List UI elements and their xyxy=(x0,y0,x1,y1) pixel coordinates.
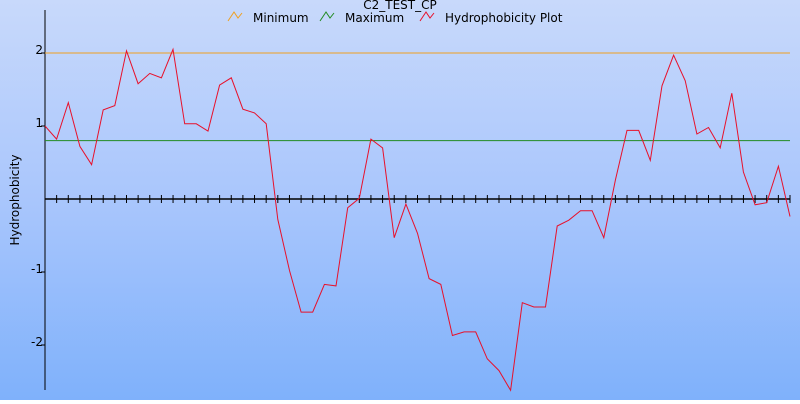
legend-label-1: Maximum xyxy=(345,11,404,25)
legend-swatch-0 xyxy=(228,12,242,21)
hydrophobicity-chart: C2_TEST_CP Hydrophobicity MinimumMaximum… xyxy=(0,0,800,400)
y-axis-label: Hydrophobicity xyxy=(8,154,22,245)
legend-item-2: Hydrophobicity Plot xyxy=(420,11,563,25)
y-tick-label-1: 1 xyxy=(35,116,43,130)
series-line-hydrophobicity-plot xyxy=(45,49,790,390)
y-tick-label-0: 2 xyxy=(35,43,43,57)
legend-item-0: Minimum xyxy=(228,11,309,25)
y-tick-label-2: -1 xyxy=(31,262,43,276)
plot-area: 2 1 -1 -2 xyxy=(31,10,790,390)
legend-label-0: Minimum xyxy=(253,11,309,25)
legend-swatch-2 xyxy=(420,12,434,21)
legend-item-1: Maximum xyxy=(320,11,404,25)
legend-swatch-1 xyxy=(320,12,334,21)
y-tick-label-3: -2 xyxy=(31,335,43,349)
legend: Minimum Maximum Hydrophobicity Plot xyxy=(228,11,563,25)
chart-root: C2_TEST_CP Hydrophobicity MinimumMaximum… xyxy=(0,0,800,400)
legend-label-2: Hydrophobicity Plot xyxy=(445,11,563,25)
